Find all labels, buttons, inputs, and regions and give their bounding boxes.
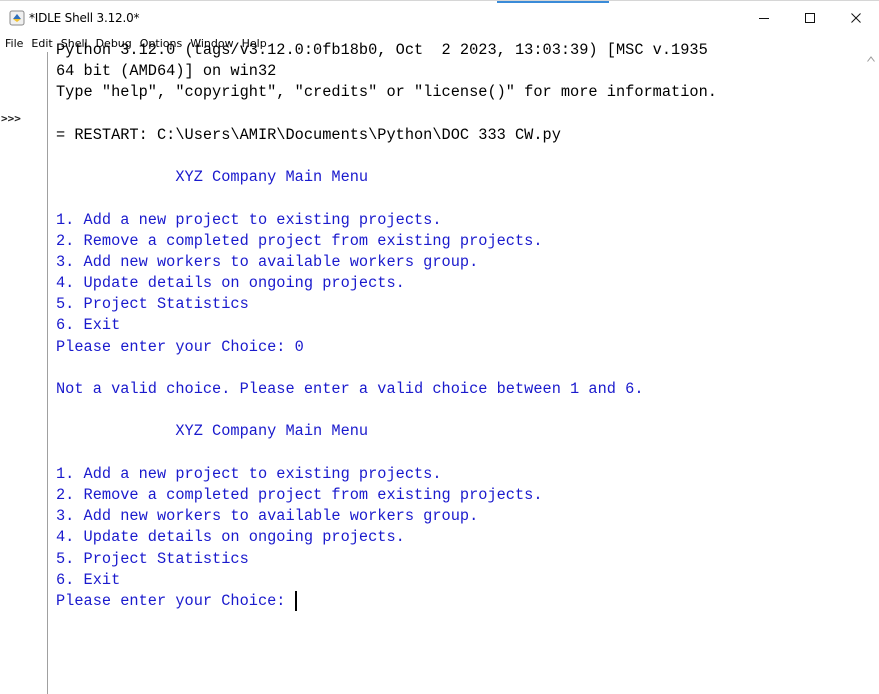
prompt-gutter: >>> xyxy=(0,52,48,694)
shell-line: 6. Exit xyxy=(56,316,121,335)
shell-blank-line xyxy=(56,188,863,209)
window-title: *IDLE Shell 3.12.0* xyxy=(29,11,140,25)
menu-file[interactable]: File xyxy=(5,37,23,50)
accent-strip xyxy=(497,1,609,3)
shell-line: 2. Remove a completed project from exist… xyxy=(56,485,543,504)
shell-line: Please enter your Choice: 0 xyxy=(56,337,304,356)
shell-output-area[interactable]: Python 3.12.0 (tags/v3.12.0:0fb18b0, Oct… xyxy=(48,40,863,694)
shell-blank-line xyxy=(56,400,863,421)
shell-line: Not a valid choice. Please enter a valid… xyxy=(56,380,644,398)
shell-line: 2. Remove a completed project from exist… xyxy=(56,231,543,250)
shell-line: XYZ Company Main Menu xyxy=(56,168,369,187)
shell-line: 5. Project Statistics xyxy=(56,295,249,314)
shell-line: 4. Update details on ongoing projects. xyxy=(56,528,405,547)
shell-line: 1. Add a new project to existing project… xyxy=(56,464,442,483)
shell-blank-line xyxy=(56,104,863,125)
shell-line: Python 3.12.0 (tags/v3.12.0:0fb18b0, Oct… xyxy=(56,41,708,59)
shell-line: XYZ Company Main Menu xyxy=(56,422,369,441)
shell-line: 3. Add new workers to available workers … xyxy=(56,507,479,526)
shell-lines: Python 3.12.0 (tags/v3.12.0:0fb18b0, Oct… xyxy=(56,40,863,591)
input-prompt: Please enter your Choice: xyxy=(56,591,295,610)
maximize-button[interactable] xyxy=(787,1,833,35)
shell-line: 64 bit (AMD64)] on win32 xyxy=(56,62,277,81)
scroll-up-arrow-icon[interactable] xyxy=(867,56,875,62)
shell-blank-line xyxy=(56,443,863,464)
input-line[interactable]: Please enter your Choice: xyxy=(56,590,863,612)
shell-blank-line xyxy=(56,146,863,167)
vertical-scrollbar[interactable] xyxy=(863,52,879,694)
shell-prompt: >>> xyxy=(1,112,21,125)
shell-line: 6. Exit xyxy=(56,570,121,589)
shell-line: 4. Update details on ongoing projects. xyxy=(56,274,405,293)
close-button[interactable] xyxy=(833,1,879,35)
shell-line: Type "help", "copyright", "credits" or "… xyxy=(56,83,717,102)
idle-python-icon xyxy=(9,10,25,26)
shell-line: 3. Add new workers to available workers … xyxy=(56,252,479,271)
shell-line: = RESTART: C:\Users\AMIR\Documents\Pytho… xyxy=(56,125,561,144)
minimize-icon xyxy=(759,18,769,19)
maximize-icon xyxy=(805,13,815,23)
close-icon xyxy=(851,13,861,23)
shell-line: 5. Project Statistics xyxy=(56,549,249,568)
minimize-button[interactable] xyxy=(741,1,787,35)
shell-line: 1. Add a new project to existing project… xyxy=(56,210,442,229)
shell-blank-line xyxy=(56,358,863,379)
text-cursor xyxy=(294,590,297,611)
title-bar[interactable]: *IDLE Shell 3.12.0* xyxy=(0,0,879,34)
